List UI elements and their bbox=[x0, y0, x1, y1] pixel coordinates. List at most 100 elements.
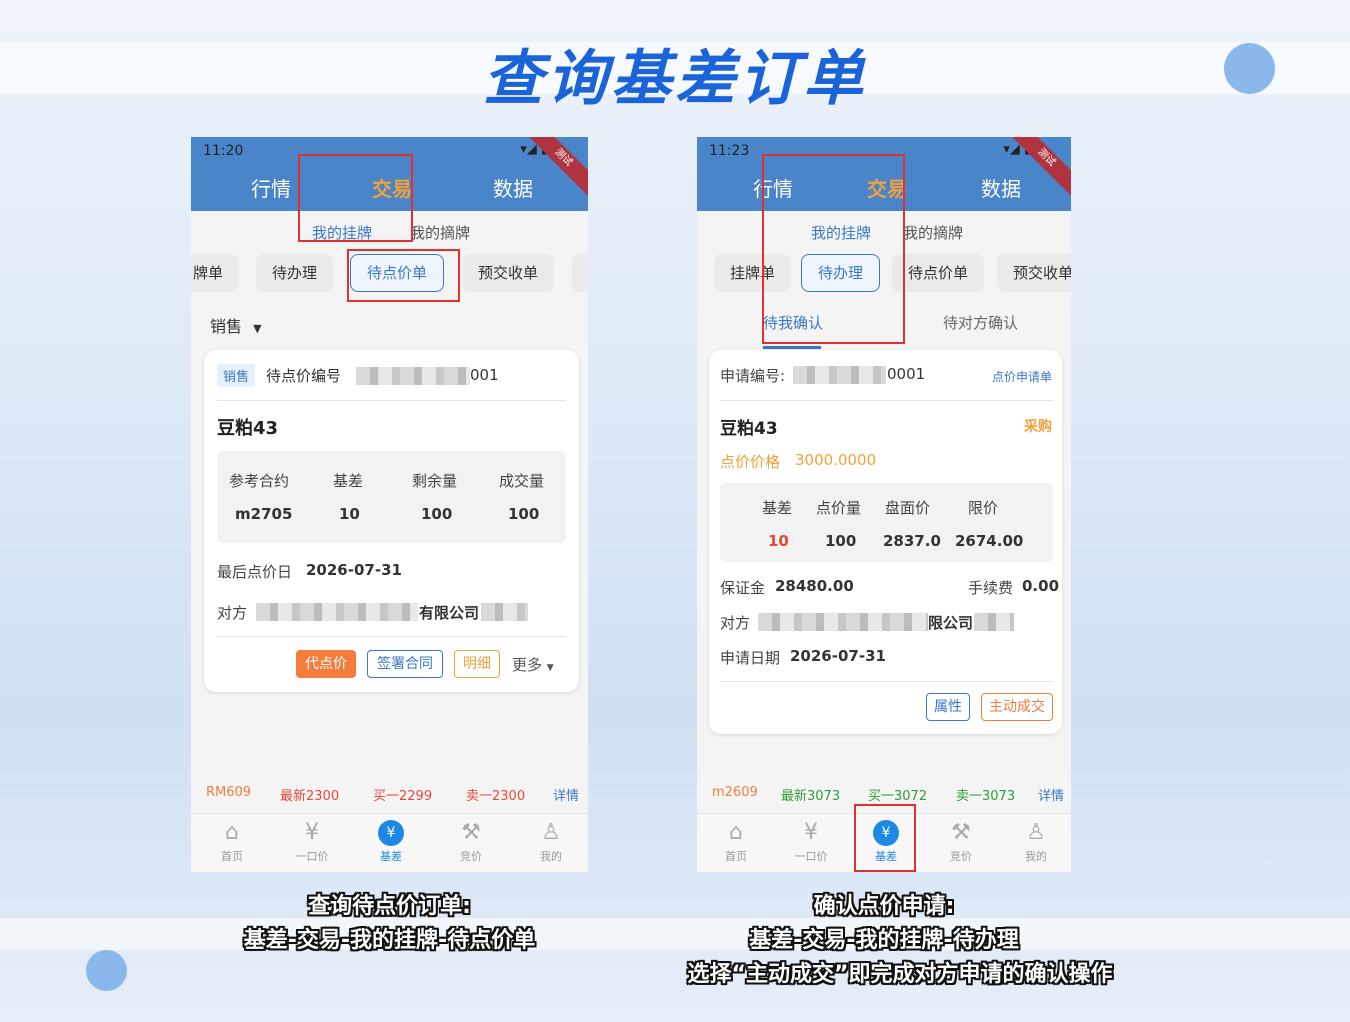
col-header-pricing-qty: 点价量 bbox=[816, 499, 862, 517]
nav-home[interactable]: ⌂ 首页 bbox=[202, 816, 262, 864]
sign-contract-button[interactable]: 签署合同 bbox=[367, 650, 443, 678]
highlight-basis-nav bbox=[854, 804, 916, 872]
direction-label: 采购 bbox=[1024, 419, 1052, 435]
highlight-trade-pending bbox=[762, 154, 905, 344]
product-name: 豆粕43 bbox=[217, 418, 279, 439]
col-value-volume: 100 bbox=[508, 505, 540, 523]
right-caption-line-1: 确认点价申请: bbox=[813, 894, 955, 919]
highlight-pending-pricing bbox=[347, 249, 460, 302]
nav-fixed-price[interactable]: ¥ 一口价 bbox=[282, 816, 342, 864]
home-icon: ⌂ bbox=[225, 820, 239, 845]
apply-card: 申请编号: 0001 点价申请单 豆粕43 采购 点价价格 3000.0000 … bbox=[709, 350, 1062, 734]
party-redacted-1 bbox=[256, 603, 418, 621]
chip-pre-delivery[interactable]: 预交收单 bbox=[997, 254, 1071, 292]
nav-fixed-price-label: 一口价 bbox=[794, 850, 828, 863]
nav-home-label: 首页 bbox=[725, 850, 747, 863]
apply-form-link[interactable]: 点价申请单 bbox=[992, 368, 1052, 385]
chip-pre-delivery[interactable]: 预交收单 bbox=[462, 254, 555, 292]
apply-no-suffix: 0001 bbox=[887, 365, 926, 383]
ticker-symbol: m2609 bbox=[712, 785, 758, 800]
more-dropdown[interactable]: 更多 ▼ bbox=[512, 654, 554, 675]
margin-value: 28480.00 bbox=[775, 577, 854, 595]
filter-dropdown[interactable]: 销售 ▼ bbox=[210, 313, 262, 337]
detail-button[interactable]: 明细 bbox=[454, 650, 500, 678]
more-label: 更多 bbox=[512, 656, 543, 674]
ticker-latest: 最新3073 bbox=[781, 789, 841, 804]
active-tab-indicator bbox=[763, 346, 821, 349]
fee-value: 0.00 bbox=[1022, 577, 1060, 595]
col-header-contract: 参考合约 bbox=[229, 472, 290, 490]
nav-mine-label: 我的 bbox=[540, 850, 562, 863]
subtab-awaiting-counterparty[interactable]: 待对方确认 bbox=[943, 312, 1018, 333]
gavel-icon: ⚒ bbox=[951, 820, 971, 845]
chip-pending[interactable]: 待办理 bbox=[256, 254, 334, 292]
yen-box-icon: ¥ bbox=[804, 820, 818, 845]
left-caption-line-2: 基差-交易-我的挂牌-待点价单 bbox=[243, 928, 536, 953]
fee-label: 手续费 bbox=[968, 579, 1014, 597]
last-date-label: 最后点价日 bbox=[217, 563, 293, 581]
divider bbox=[217, 400, 566, 401]
home-icon: ⌂ bbox=[729, 820, 743, 845]
status-time: 11:23 bbox=[709, 143, 750, 159]
apply-no-redacted bbox=[793, 366, 886, 384]
price-value: 3000.0000 bbox=[795, 451, 877, 469]
right-caption-line-2: 基差-交易-我的挂牌-待办理 bbox=[749, 928, 1019, 953]
col-header-basis: 基差 bbox=[762, 499, 793, 517]
nav-basis[interactable]: ¥ 基差 bbox=[361, 816, 421, 864]
margin-label: 保证金 bbox=[720, 579, 766, 597]
col-header-futures-price: 盘面价 bbox=[885, 499, 931, 517]
left-phone-screen: 11:20 ▾◢ ▮ 测试 行情 交易 数据 我的挂牌 我的摘牌 牌单 待办理 … bbox=[191, 137, 588, 872]
left-caption-line-1: 查询待点价订单: bbox=[308, 894, 471, 919]
tab-market[interactable]: 行情 bbox=[251, 173, 291, 202]
bottom-nav: ⌂ 首页 ¥ 一口价 ¥ 基差 ⚒ 竞价 ♙ 我的 bbox=[191, 813, 588, 872]
order-no-suffix: 001 bbox=[470, 366, 499, 384]
nav-home[interactable]: ⌂ 首页 bbox=[706, 816, 766, 864]
chip-pending-pricing[interactable]: 待点价单 bbox=[892, 254, 985, 292]
nav-mine[interactable]: ♙ 我的 bbox=[521, 816, 581, 864]
apply-date-value: 2026-07-31 bbox=[790, 647, 886, 665]
nav-mine[interactable]: ♙ 我的 bbox=[1006, 816, 1066, 864]
attributes-button[interactable]: 属性 bbox=[926, 693, 970, 721]
active-deal-button[interactable]: 主动成交 bbox=[981, 693, 1053, 721]
apply-no-label: 申请编号: bbox=[720, 367, 786, 385]
col-value-pricing-qty: 100 bbox=[825, 532, 857, 550]
last-date-value: 2026-07-31 bbox=[306, 561, 402, 579]
chip-more[interactable] bbox=[572, 254, 588, 292]
nav-fixed-price-label: 一口价 bbox=[295, 850, 329, 863]
proxy-price-button[interactable]: 代点价 bbox=[296, 650, 356, 678]
right-caption-line-3: 选择“主动成交”即完成对方申请的确认操作 bbox=[687, 962, 1113, 987]
col-value-contract: m2705 bbox=[235, 505, 293, 523]
tab-data[interactable]: 数据 bbox=[981, 173, 1021, 202]
subtab-my-delisting[interactable]: 我的摘牌 bbox=[410, 222, 470, 243]
col-header-volume: 成交量 bbox=[499, 472, 545, 490]
col-header-basis: 基差 bbox=[333, 472, 364, 490]
divider bbox=[720, 400, 1053, 401]
ticker-detail-link[interactable]: 详情 bbox=[553, 785, 579, 804]
chip-listing-order[interactable]: 牌单 bbox=[191, 254, 240, 292]
ticker-symbol: RM609 bbox=[206, 785, 252, 800]
col-header-limit-price: 限价 bbox=[968, 499, 999, 517]
right-phone-screen: 11:23 ▾◢ ▮ 测试 行情 交易 数据 我的挂牌 我的摘牌 挂牌单 待办理… bbox=[697, 137, 1071, 872]
party-suffix: 有限公司 bbox=[419, 604, 480, 622]
nav-auction[interactable]: ⚒ 竞价 bbox=[441, 816, 501, 864]
nav-auction-label: 竞价 bbox=[460, 850, 482, 863]
sale-badge: 销售 bbox=[217, 364, 256, 387]
caret-down-icon: ▼ bbox=[546, 663, 554, 673]
subtab-my-delisting[interactable]: 我的摘牌 bbox=[903, 222, 963, 243]
party-label: 对方 bbox=[217, 604, 248, 622]
nav-fixed-price[interactable]: ¥ 一口价 bbox=[781, 816, 841, 864]
ticker-detail-link[interactable]: 详情 bbox=[1038, 785, 1064, 804]
ticker-bid: 买一2299 bbox=[373, 789, 433, 804]
ticker-ask: 卖一2300 bbox=[466, 789, 526, 804]
gavel-icon: ⚒ bbox=[461, 820, 481, 845]
nav-mine-label: 我的 bbox=[1025, 850, 1047, 863]
ticker-bid: 买一3072 bbox=[868, 789, 928, 804]
tab-data[interactable]: 数据 bbox=[493, 173, 533, 202]
divider bbox=[217, 636, 566, 637]
page-title: 查询基差订单 bbox=[483, 44, 867, 114]
nav-auction[interactable]: ⚒ 竞价 bbox=[931, 816, 991, 864]
col-value-basis: 10 bbox=[339, 505, 360, 523]
nav-basis-label: 基差 bbox=[380, 850, 402, 863]
yen-circle-icon: ¥ bbox=[378, 820, 404, 846]
price-label: 点价价格 bbox=[720, 453, 781, 471]
